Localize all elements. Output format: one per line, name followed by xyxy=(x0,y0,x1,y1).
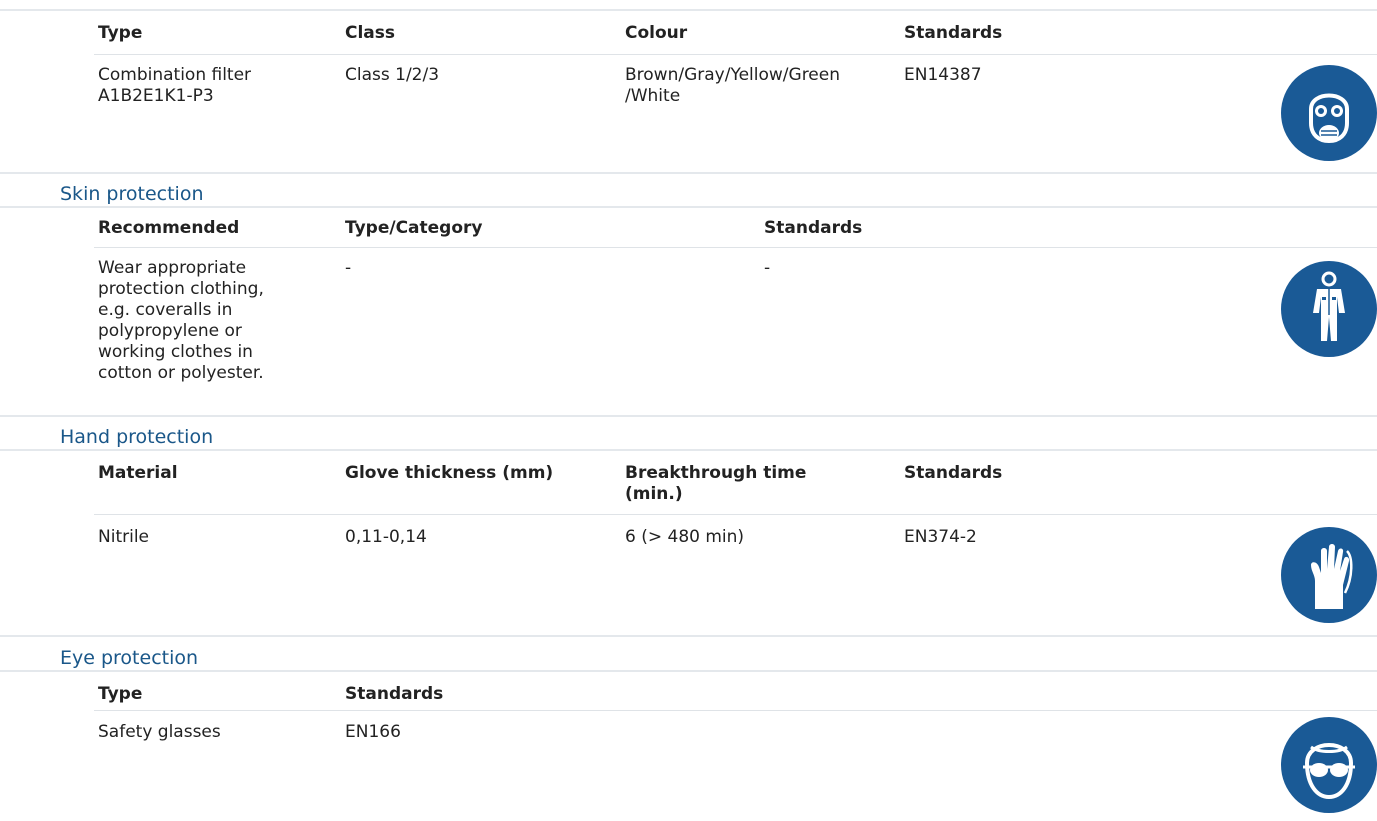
section-title-skin-protection: Skin protection xyxy=(60,183,204,205)
header-type: Type xyxy=(98,23,143,43)
cell-glove-thickness: 0,11-0,14 xyxy=(345,527,427,547)
header-breakthrough-line: (min.) xyxy=(625,484,683,504)
header-divider xyxy=(94,710,1377,711)
cell-colour-line: /White xyxy=(625,86,681,106)
header-standards: Standards xyxy=(345,684,444,704)
header-breakthrough-time: Breakthrough time (min.) xyxy=(625,463,897,505)
respiratory-protection-table: Type Class Colour Standards Combination … xyxy=(94,12,1377,174)
header-breakthrough-line: Breakthrough time xyxy=(625,463,807,483)
cell-breakthrough-time: 6 (> 480 min) xyxy=(625,527,745,547)
header-divider xyxy=(94,514,1377,515)
table-header-row: Type Class Colour Standards xyxy=(94,23,1377,45)
top-divider xyxy=(0,9,1377,11)
header-class: Class xyxy=(345,23,396,43)
table-row: Nitrile 0,11-0,14 6 (> 480 min) EN374-2 xyxy=(94,527,1377,549)
table-row: Safety glasses EN166 xyxy=(94,722,1377,744)
hand-protection-table: Material Glove thickness (mm) Breakthrou… xyxy=(94,450,1377,636)
section-title-hand-protection: Hand protection xyxy=(60,426,214,448)
header-recommended: Recommended xyxy=(98,218,240,238)
cell-type-line: Combination filter xyxy=(98,65,252,85)
header-divider xyxy=(94,54,1377,55)
glove-icon xyxy=(1281,527,1377,623)
cell-type: Combination filter A1B2E1K1-P3 xyxy=(98,65,338,107)
section-divider xyxy=(0,172,1377,174)
cell-type: Safety glasses xyxy=(98,722,221,742)
cell-recommended-line: working clothes in xyxy=(98,342,253,362)
table-header-row: Material Glove thickness (mm) Breakthrou… xyxy=(94,463,1377,507)
safety-glasses-icon xyxy=(1281,717,1377,813)
table-row: Wear appropriate protection clothing, e.… xyxy=(94,258,1377,398)
cell-standards: EN166 xyxy=(345,722,401,742)
cell-class: Class 1/2/3 xyxy=(345,65,440,85)
section-title-eye-protection: Eye protection xyxy=(60,647,199,669)
table-header-row: Type Standards xyxy=(94,684,1377,706)
cell-recommended-line: cotton or polyester. xyxy=(98,363,264,383)
cell-recommended-line: polypropylene or xyxy=(98,321,242,341)
respirator-mask-icon xyxy=(1281,65,1377,161)
cell-recommended-line: e.g. coveralls in xyxy=(98,300,233,320)
eye-protection-table: Type Standards Safety glasses EN166 xyxy=(94,671,1377,821)
header-colour: Colour xyxy=(625,23,688,43)
skin-protection-table: Recommended Type/Category Standards Wear… xyxy=(94,207,1377,415)
header-type: Type xyxy=(98,684,143,704)
cell-standards: EN14387 xyxy=(904,65,982,85)
cell-recommended: Wear appropriate protection clothing, e.… xyxy=(98,258,338,384)
table-header-row: Recommended Type/Category Standards xyxy=(94,218,1377,240)
protective-coverall-icon xyxy=(1281,261,1377,357)
cell-standards: - xyxy=(764,258,771,278)
cell-recommended-line: Wear appropriate xyxy=(98,258,247,278)
cell-recommended-line: protection clothing, xyxy=(98,279,264,299)
section-divider xyxy=(0,635,1377,637)
header-standards: Standards xyxy=(764,218,863,238)
section-divider xyxy=(0,415,1377,417)
table-row: Combination filter A1B2E1K1-P3 Class 1/2… xyxy=(94,65,1377,125)
header-standards: Standards xyxy=(904,463,1003,483)
cell-material: Nitrile xyxy=(98,527,149,547)
header-divider xyxy=(94,247,1377,248)
cell-colour: Brown/Gray/Yellow/Green /White xyxy=(625,65,897,107)
cell-colour-line: Brown/Gray/Yellow/Green xyxy=(625,65,840,85)
cell-type-category: - xyxy=(345,258,352,278)
cell-type-line: A1B2E1K1-P3 xyxy=(98,86,214,106)
header-glove-thickness: Glove thickness (mm) xyxy=(345,463,554,483)
header-type-category: Type/Category xyxy=(345,218,483,238)
header-material: Material xyxy=(98,463,178,483)
cell-standards: EN374-2 xyxy=(904,527,977,547)
header-standards: Standards xyxy=(904,23,1003,43)
